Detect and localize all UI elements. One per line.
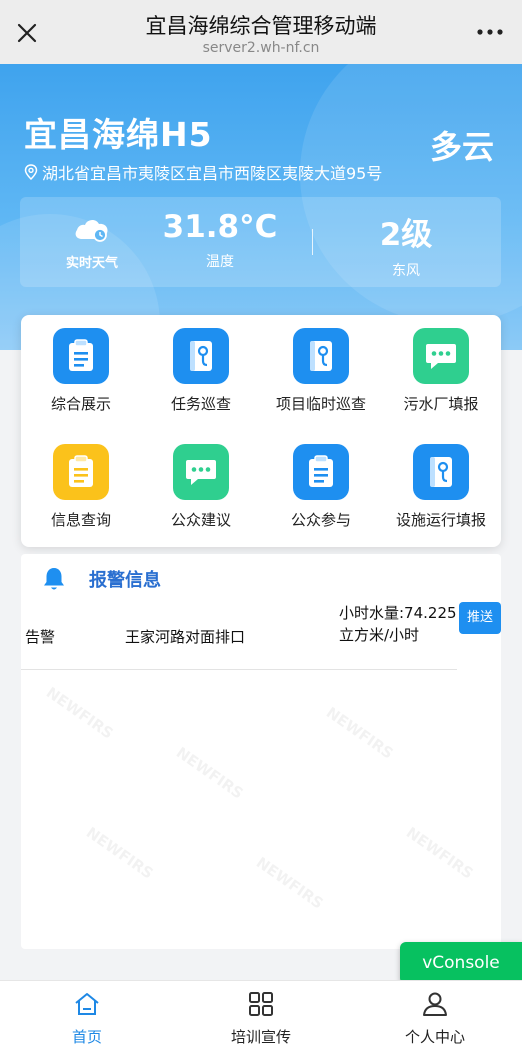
grid-item-public-participation[interactable]: 公众参与: [261, 431, 381, 531]
alarm-title: 报警信息: [89, 570, 161, 591]
alarm-location: 王家河路对面排口: [125, 628, 246, 646]
grid-item-label: 信息查询: [50, 511, 111, 529]
map-book-icon: [413, 444, 469, 500]
bottom-tab-bar: 首页 培训宣传 个人中心: [0, 980, 522, 1048]
grid-item-label: 污水厂填报: [403, 395, 479, 413]
temperature-value: 31.8°C: [162, 209, 278, 245]
address: 湖北省宜昌市夷陵区宜昌市西陵区夷陵大道95号: [24, 160, 382, 184]
grid-item-label: 任务巡查: [170, 395, 231, 413]
grid-item-temp-inspection[interactable]: 项目临时巡查: [261, 315, 381, 415]
grid-item-info-query[interactable]: 信息查询: [21, 431, 141, 531]
grid-item-overview[interactable]: 综合展示: [21, 315, 141, 415]
bell-icon: [44, 568, 64, 590]
chat-icon: [173, 444, 229, 500]
grid-item-task-inspection[interactable]: 任务巡查: [141, 315, 261, 415]
grid-item-label: 设施运行填报: [395, 511, 486, 529]
divider: [312, 229, 313, 255]
tab-label: 首页: [71, 1028, 102, 1046]
chat-icon: [413, 328, 469, 384]
page-url: server2.wh-nf.cn: [202, 40, 320, 56]
wind-level: 2级: [379, 217, 433, 253]
grid-item-label: 项目临时巡查: [275, 395, 366, 413]
alarm-header: 报警信息: [41, 564, 161, 594]
document-icon: [53, 444, 109, 500]
temperature-block: 31.8°C 温度: [150, 197, 290, 287]
alarm-type: 告警: [25, 628, 56, 646]
grid-icon: [249, 992, 273, 1016]
address-text: 湖北省宜昌市夷陵区宜昌市西陵区夷陵大道95号: [42, 164, 383, 183]
weather-panel: 实时天气 31.8°C 温度 2级 东风: [20, 197, 501, 287]
top-nav-bar: 宜昌海绵综合管理移动端 server2.wh-nf.cn: [0, 0, 522, 64]
cloud-clock-icon: [75, 219, 108, 242]
push-button[interactable]: 推送: [459, 602, 501, 634]
grid-item-label: 综合展示: [50, 395, 111, 413]
grid-item-facility-report[interactable]: 设施运行填报: [381, 431, 501, 531]
function-grid: 综合展示 任务巡查 项目临时巡查 污水厂填报 信息查询 公众建议 公众参与 设施…: [21, 315, 501, 547]
user-icon: [423, 992, 447, 1016]
temperature-label: 温度: [206, 254, 234, 270]
document-icon: [53, 328, 109, 384]
more-icon[interactable]: [476, 24, 504, 40]
close-icon[interactable]: [14, 20, 40, 46]
location-pin-icon: [24, 164, 38, 180]
tab-home[interactable]: 首页: [0, 981, 174, 1048]
wind-direction: 东风: [392, 263, 420, 279]
realtime-weather-label: 实时天气: [65, 256, 118, 271]
tab-profile[interactable]: 个人中心: [348, 981, 522, 1048]
alarm-detail: 小时水量:74.225立方米/小时: [339, 604, 457, 644]
tab-training[interactable]: 培训宣传: [174, 981, 348, 1048]
page-title: 宜昌海绵综合管理移动端: [145, 14, 377, 38]
wind-block: 2级 东风: [340, 197, 472, 287]
hero-banner: 宜昌海绵H5 多云 湖北省宜昌市夷陵区宜昌市西陵区夷陵大道95号 实时天气 31…: [0, 64, 522, 350]
alarm-panel: NEWFIRS NEWFIRS NEWFIRS NEWFIRS NEWFIRS …: [21, 554, 501, 949]
home-icon: [75, 993, 99, 1015]
grid-item-label: 公众建议: [170, 511, 231, 529]
grid-item-sewage-report[interactable]: 污水厂填报: [381, 315, 501, 415]
tab-label: 培训宣传: [230, 1028, 291, 1046]
weather-condition: 多云: [429, 128, 494, 166]
map-book-icon: [293, 328, 349, 384]
vconsole-button[interactable]: vConsole: [400, 942, 522, 984]
grid-item-public-suggestion[interactable]: 公众建议: [141, 431, 261, 531]
table-row: 告警 王家河路对面排口 小时水量:74.225立方米/小时: [21, 598, 457, 670]
tab-label: 个人中心: [404, 1028, 465, 1046]
grid-item-label: 公众参与: [290, 511, 351, 529]
site-name: 宜昌海绵H5: [24, 115, 213, 154]
document-icon: [293, 444, 349, 500]
map-book-icon: [173, 328, 229, 384]
